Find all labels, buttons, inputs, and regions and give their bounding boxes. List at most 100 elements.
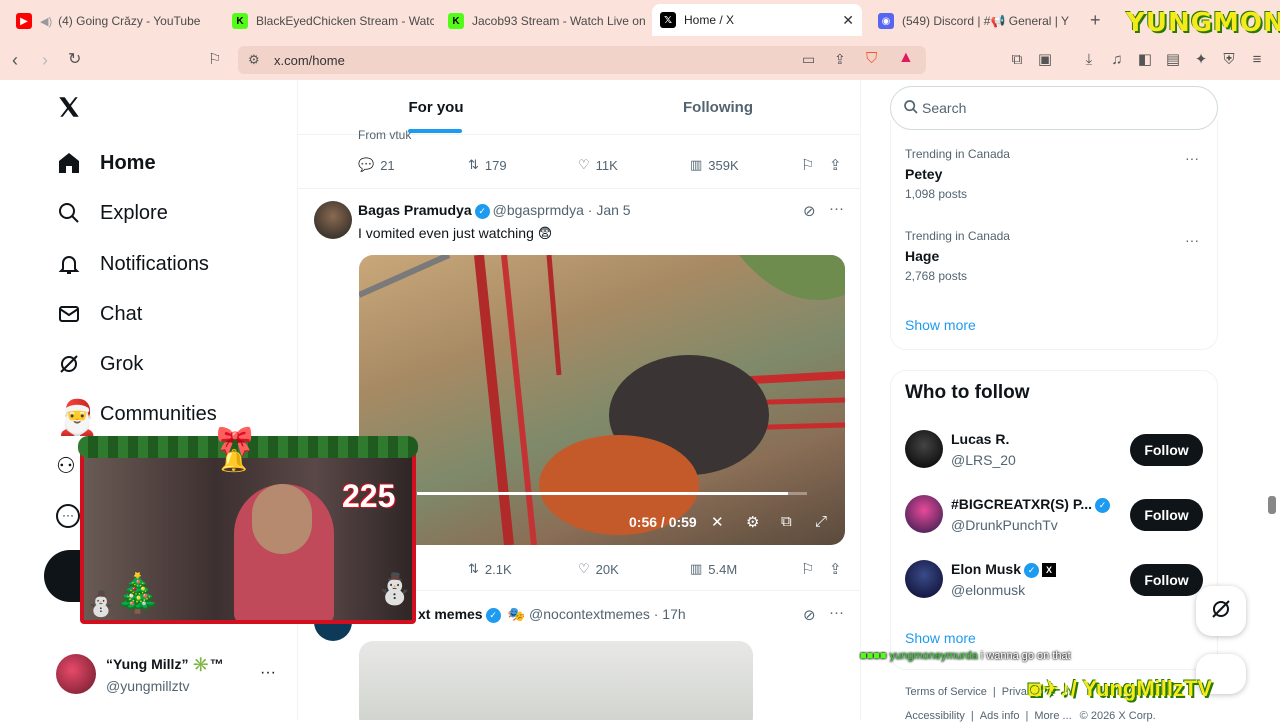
sidebar-toggle-icon[interactable]: ◧ bbox=[1136, 51, 1154, 69]
footer-link-more[interactable]: More ... bbox=[1034, 710, 1071, 722]
follow-button[interactable]: Follow bbox=[1130, 499, 1203, 531]
nav-chat[interactable]: Chat bbox=[56, 301, 142, 327]
browser-tab-kick-2[interactable]: K Jacob93 Stream - Watch Live on K bbox=[440, 6, 645, 36]
menu-icon[interactable]: ≡ bbox=[1248, 51, 1266, 69]
mute-icon[interactable]: ✕ bbox=[711, 513, 724, 531]
account-more-icon[interactable]: ··· bbox=[260, 664, 276, 682]
close-icon[interactable]: ✕ bbox=[842, 12, 854, 29]
nav-notifications[interactable]: Notifications bbox=[56, 251, 209, 277]
like-button[interactable]: ♡ 11K bbox=[578, 157, 618, 173]
views-button[interactable]: ▥ 359K bbox=[690, 157, 739, 173]
trend-name: Petey bbox=[905, 166, 943, 182]
reply-count: 21 bbox=[380, 157, 395, 173]
downloads-icon[interactable]: ⤓ bbox=[1080, 51, 1098, 69]
browser-tab-strip: ▶ ◀) (4) Going Crăzy - YouTube K BlackEy… bbox=[0, 0, 1280, 40]
fullscreen-icon[interactable]: ⤢ bbox=[815, 513, 827, 530]
browser-tab-kick-1[interactable]: K BlackEyedChicken Stream - Watch bbox=[224, 6, 434, 36]
scrollbar-thumb[interactable] bbox=[1268, 496, 1276, 514]
follow-user-name[interactable]: Lucas R. bbox=[951, 431, 1009, 447]
footer-link-terms[interactable]: Terms of Service bbox=[905, 686, 987, 698]
pip-icon[interactable]: ⧉ bbox=[781, 513, 792, 530]
share-icon[interactable]: ⇪ bbox=[829, 156, 842, 174]
tab-following[interactable]: Following bbox=[580, 80, 856, 134]
music-icon[interactable]: ♫ bbox=[1108, 51, 1126, 69]
nav-home[interactable]: Home bbox=[56, 150, 156, 176]
youtube-icon: ▶ bbox=[16, 13, 32, 29]
trend-item[interactable]: Trending in Canada Petey 1,098 posts bbox=[905, 147, 1010, 201]
leo-icon[interactable]: ✦ bbox=[1192, 51, 1210, 69]
follow-user-handle[interactable]: @elonmusk bbox=[951, 582, 1025, 598]
trend-more-icon[interactable]: ··· bbox=[1185, 232, 1199, 248]
views-button[interactable]: ▥ 5.4M bbox=[690, 561, 737, 577]
bookmark-icon[interactable]: ⚐ bbox=[208, 50, 221, 70]
reload-icon[interactable]: ↻ bbox=[68, 50, 81, 70]
footer-link-ads-info[interactable]: Ads info bbox=[980, 710, 1020, 722]
footer-link-accessibility[interactable]: Accessibility bbox=[905, 710, 965, 722]
nav-explore[interactable]: Explore bbox=[56, 200, 168, 226]
wallet-icon[interactable]: ▤ bbox=[1164, 51, 1182, 69]
forward-icon[interactable]: › bbox=[42, 50, 48, 70]
grok-icon[interactable]: ⊘ bbox=[803, 606, 816, 624]
follow-user-handle[interactable]: @LRS_20 bbox=[951, 452, 1016, 468]
show-more-follow-link[interactable]: Show more bbox=[905, 630, 976, 646]
grok-icon[interactable]: ⊘ bbox=[803, 202, 816, 220]
share-icon[interactable]: ⇪ bbox=[834, 51, 846, 68]
video-player[interactable]: 0:56 / 0:59 ✕ ⚙ ⧉ ⤢ bbox=[359, 255, 845, 545]
back-icon[interactable]: ‹ bbox=[12, 50, 18, 70]
retweet-button[interactable]: ⇅ 2.1K bbox=[468, 561, 512, 577]
bookmark-icon[interactable]: ⚐ bbox=[801, 560, 814, 578]
footer-link-privacy[interactable]: Priva bbox=[1002, 686, 1027, 698]
share-icon[interactable]: ⇪ bbox=[829, 560, 842, 578]
vpn-icon[interactable]: ⛨ bbox=[1220, 51, 1238, 69]
brave-shield-icon[interactable]: ⛉ bbox=[866, 50, 877, 67]
author-name[interactable]: xt memes bbox=[418, 606, 483, 622]
follow-user-name-row[interactable]: Elon Musk ✓ X bbox=[951, 561, 1057, 578]
follow-button[interactable]: Follow bbox=[1130, 564, 1203, 596]
tweet-media[interactable] bbox=[359, 641, 753, 720]
grok-float-button[interactable] bbox=[1196, 586, 1246, 636]
author-handle[interactable]: @bgasprmdya bbox=[493, 202, 584, 218]
trend-more-icon[interactable]: ··· bbox=[1185, 150, 1199, 166]
retweet-button[interactable]: ⇅ 179 bbox=[468, 157, 507, 173]
more-icon[interactable]: ··· bbox=[829, 200, 844, 217]
trend-item[interactable]: Trending in Canada Hage 2,768 posts bbox=[905, 229, 1010, 283]
avatar[interactable] bbox=[56, 654, 96, 694]
nav-grok[interactable]: Grok bbox=[56, 351, 143, 377]
avatar[interactable] bbox=[905, 430, 943, 468]
avatar[interactable] bbox=[905, 560, 943, 598]
tweet-time[interactable]: · Jan 5 bbox=[588, 202, 631, 218]
more-icon[interactable]: ··· bbox=[829, 604, 844, 621]
bookmark-icon[interactable]: ⚐ bbox=[801, 156, 814, 174]
follow-button[interactable]: Follow bbox=[1130, 434, 1203, 466]
new-tab-button[interactable]: + bbox=[1090, 10, 1101, 31]
x-logo-icon[interactable] bbox=[56, 94, 84, 122]
settings-icon[interactable]: ⚙ bbox=[746, 513, 759, 531]
profile-icon[interactable]: ⚇ bbox=[56, 453, 76, 479]
nav-label: Grok bbox=[100, 352, 144, 375]
browser-tab-x-home[interactable]: 𝕏 Home / X ✕ bbox=[652, 4, 862, 36]
brave-rewards-icon[interactable]: ▲ bbox=[898, 49, 914, 67]
extensions-icon[interactable]: ⧉ bbox=[1008, 51, 1026, 69]
follow-user-handle[interactable]: @DrunkPunchTv bbox=[951, 517, 1058, 533]
follow-user-name: Elon Musk bbox=[951, 561, 1022, 577]
follow-user-name-row[interactable]: #BIGCREATXR(S) P... ✓ bbox=[951, 496, 1113, 513]
more-icon[interactable]: ··· bbox=[56, 504, 80, 528]
trend-posts: 1,098 posts bbox=[905, 187, 968, 201]
author-handle[interactable]: @nocontextmemes bbox=[529, 606, 650, 622]
cast-icon[interactable]: ▭ bbox=[802, 51, 815, 68]
browser-tab-discord[interactable]: ◉ (549) Discord | #📢 General | Y bbox=[870, 6, 1075, 36]
tweet-time[interactable]: · 17h bbox=[654, 606, 686, 622]
reply-button[interactable]: 💬 21 bbox=[358, 157, 395, 173]
video-progress-track[interactable] bbox=[417, 492, 807, 495]
like-button[interactable]: ♡ 20K bbox=[578, 561, 619, 577]
tab-for-you[interactable]: For you bbox=[298, 80, 574, 134]
site-settings-icon[interactable]: ⚙ bbox=[248, 52, 260, 68]
trend-posts: 2,768 posts bbox=[905, 269, 968, 283]
browser-tab-youtube[interactable]: ▶ ◀) (4) Going Crăzy - YouTube bbox=[8, 6, 213, 36]
avatar[interactable] bbox=[905, 495, 943, 533]
author-name[interactable]: Bagas Pramudya bbox=[358, 202, 472, 218]
show-more-trends-link[interactable]: Show more bbox=[905, 317, 976, 333]
avatar[interactable] bbox=[314, 201, 352, 239]
reading-list-icon[interactable]: ▣ bbox=[1036, 51, 1054, 69]
address-bar[interactable]: ⚙ x.com/home ▭ ⇪ ⛉ ▲ bbox=[238, 46, 926, 74]
